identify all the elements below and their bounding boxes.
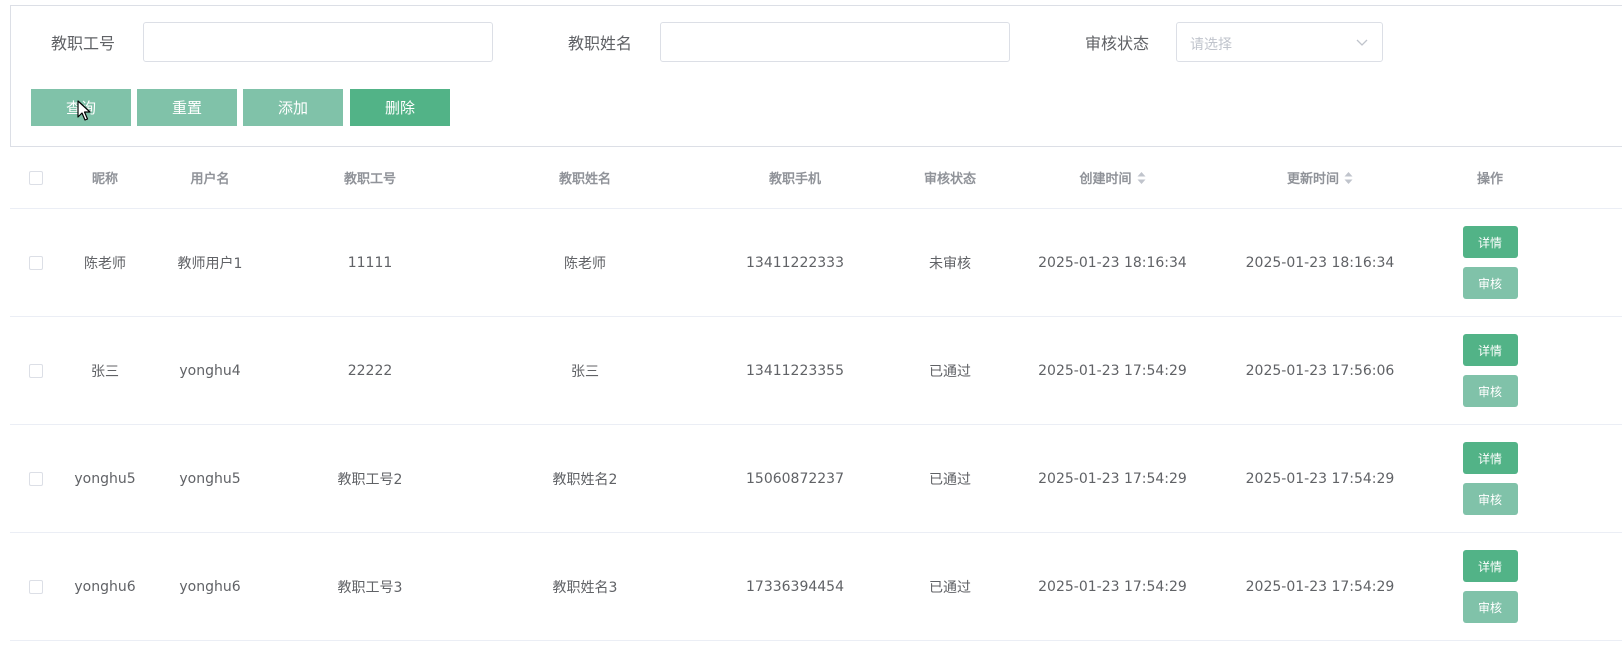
status-select[interactable]: 请选择	[1176, 22, 1383, 62]
audit-button[interactable]: 审核	[1462, 267, 1518, 299]
table-row: yonghu6 yonghu6 教职工号3 教职姓名3 17336394454 …	[10, 533, 1622, 641]
row-checkbox[interactable]	[29, 363, 43, 378]
cell-phone: 13411222333	[746, 254, 844, 271]
delete-button[interactable]: 删除	[350, 89, 450, 126]
column-header-teacher-name: 教职姓名	[558, 172, 611, 187]
row-select-cell	[28, 209, 44, 316]
cell-created: 2025-01-23 17:54:29	[1038, 578, 1187, 595]
cell-nickname: 张三	[91, 363, 119, 380]
cell-username: yonghu6	[179, 578, 241, 595]
cell-phone: 15060872237	[746, 470, 844, 487]
add-button[interactable]: 添加	[243, 89, 343, 126]
created-header-label: 创建时间	[1079, 172, 1132, 187]
column-header-created[interactable]: 创建时间	[1005, 147, 1220, 208]
cell-created: 2025-01-23 18:16:34	[1038, 254, 1187, 271]
cell-username: 教师用户1	[177, 255, 243, 272]
teacher-name-input[interactable]	[660, 22, 1010, 62]
detail-button[interactable]: 详情	[1462, 442, 1518, 474]
audit-button[interactable]: 审核	[1462, 375, 1518, 407]
table-header: 昵称 用户名 教职工号 教职姓名 教职手机 审核状态 创建时间 更新时间 操作	[10, 147, 1622, 209]
column-header-phone: 教职手机	[768, 172, 821, 187]
cell-actions: 详情 审核	[1420, 317, 1560, 424]
cell-status: 已通过	[929, 471, 971, 488]
cell-nickname: yonghu6	[74, 578, 136, 595]
table-row: 陈老师 教师用户1 11111 陈老师 13411222333 未审核 2025…	[10, 209, 1622, 317]
query-button[interactable]: 查询	[31, 89, 131, 126]
table-row: yonghu5 yonghu5 教职工号2 教职姓名2 15060872237 …	[10, 425, 1622, 533]
teacher-id-input[interactable]	[143, 22, 493, 62]
cell-updated: 2025-01-23 17:54:29	[1245, 578, 1395, 595]
cell-teacher-id: 教职工号3	[337, 579, 403, 596]
cell-actions: 详情 审核	[1420, 209, 1560, 316]
select-all-cell	[28, 147, 44, 208]
cell-status: 未审核	[929, 255, 971, 272]
row-select-cell	[28, 317, 44, 424]
sort-icon[interactable]	[1137, 171, 1146, 185]
column-header-actions: 操作	[1476, 172, 1503, 187]
chevron-down-icon	[1356, 39, 1368, 46]
cell-updated: 2025-01-23 17:54:29	[1245, 470, 1395, 487]
cell-actions: 详情 审核	[1420, 425, 1560, 532]
cell-nickname: yonghu5	[74, 470, 136, 487]
cell-teacher-id: 教职工号2	[337, 471, 403, 488]
detail-button[interactable]: 详情	[1462, 550, 1518, 582]
cell-phone: 13411223355	[746, 362, 844, 379]
cell-teacher-name: 张三	[571, 363, 599, 380]
cell-status: 已通过	[929, 363, 971, 380]
row-select-cell	[28, 425, 44, 532]
select-all-checkbox[interactable]	[29, 170, 43, 185]
cell-created: 2025-01-23 17:54:29	[1038, 362, 1187, 379]
cell-updated: 2025-01-23 17:56:06	[1245, 362, 1395, 379]
cell-teacher-name: 陈老师	[564, 255, 606, 272]
audit-button[interactable]: 审核	[1462, 483, 1518, 515]
cell-username: yonghu5	[179, 470, 241, 487]
reset-button[interactable]: 重置	[137, 89, 237, 126]
teacher-table: 昵称 用户名 教职工号 教职姓名 教职手机 审核状态 创建时间 更新时间 操作 …	[10, 147, 1622, 641]
cell-updated: 2025-01-23 18:16:34	[1245, 254, 1395, 271]
table-row: 张三 yonghu4 22222 张三 13411223355 已通过 2025…	[10, 317, 1622, 425]
search-panel: 教职工号 教职姓名 审核状态 请选择 查询 重置 添加 删除	[10, 5, 1622, 147]
row-checkbox[interactable]	[29, 255, 43, 270]
cell-nickname: 陈老师	[84, 255, 126, 272]
row-select-cell	[28, 533, 44, 640]
cell-status: 已通过	[929, 579, 971, 596]
cell-actions: 详情 审核	[1420, 533, 1560, 640]
row-checkbox[interactable]	[29, 471, 43, 486]
updated-header-label: 更新时间	[1286, 172, 1339, 187]
cell-created: 2025-01-23 17:54:29	[1038, 470, 1187, 487]
cell-phone: 17336394454	[746, 578, 844, 595]
audit-button[interactable]: 审核	[1462, 591, 1518, 623]
column-header-nickname: 昵称	[91, 172, 118, 187]
status-label: 审核状态	[1085, 34, 1150, 53]
cell-teacher-id: 22222	[347, 362, 393, 379]
cell-username: yonghu4	[179, 362, 241, 379]
detail-button[interactable]: 详情	[1462, 226, 1518, 258]
teacher-id-label: 教职工号	[51, 34, 116, 53]
column-header-updated[interactable]: 更新时间	[1220, 147, 1420, 208]
cell-teacher-name: 教职姓名3	[552, 579, 618, 596]
detail-button[interactable]: 详情	[1462, 334, 1518, 366]
row-checkbox[interactable]	[29, 579, 43, 594]
column-header-username: 用户名	[190, 172, 230, 187]
column-header-status: 审核状态	[923, 172, 976, 187]
teacher-name-label: 教职姓名	[568, 34, 633, 53]
cell-teacher-name: 教职姓名2	[552, 471, 618, 488]
column-header-teacher-id: 教职工号	[343, 172, 396, 187]
status-placeholder: 请选择	[1190, 37, 1232, 53]
sort-icon[interactable]	[1344, 171, 1353, 185]
cell-teacher-id: 11111	[347, 254, 393, 271]
